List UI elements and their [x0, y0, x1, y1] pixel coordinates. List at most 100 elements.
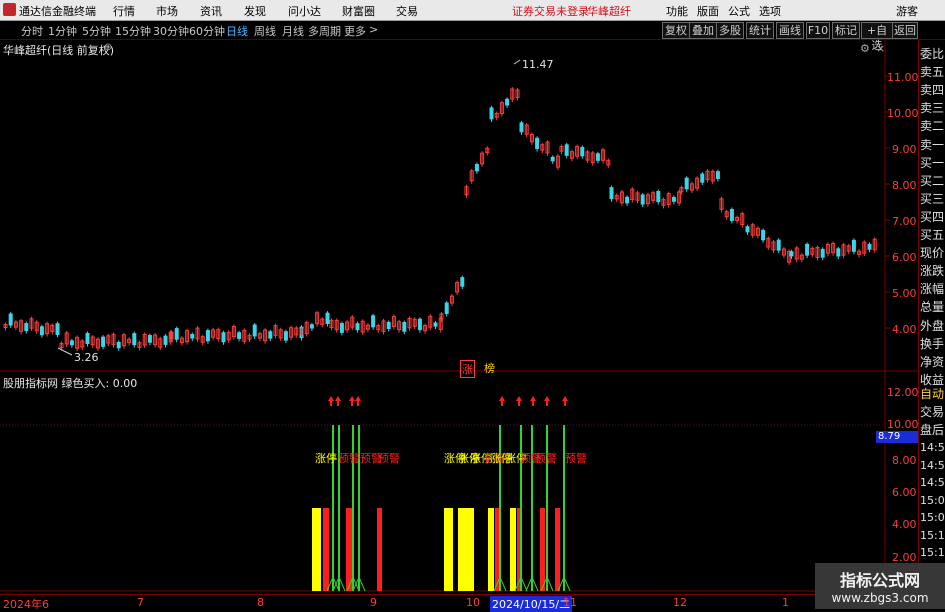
quote-item[interactable]: 现价 [920, 244, 944, 261]
current-value-badge: 8.79 [876, 431, 920, 443]
panel-mode-item[interactable]: 自动 [920, 385, 944, 402]
candle-body [325, 312, 330, 324]
candle-body [625, 196, 630, 204]
candlestick-series [3, 59, 877, 356]
quote-item[interactable]: 卖三 [920, 99, 944, 116]
quote-item[interactable]: 涨跌 [920, 262, 944, 279]
chart-canvas[interactable]: 涨停 预警 预警预警 涨停涨停涨停预警涨停涨停预警预警 预警 [0, 0, 918, 609]
quote-item[interactable]: 涨幅 [920, 280, 944, 297]
quote-item[interactable]: 买二 [920, 172, 944, 189]
x-tick: 2024年6 [3, 598, 49, 611]
candle-body [101, 336, 106, 347]
settings-gear-icon[interactable]: ⚙ [860, 42, 870, 55]
quote-item[interactable]: 买一 [920, 154, 944, 171]
candle-body [237, 332, 242, 339]
candle-body [433, 322, 438, 327]
high-pointer [513, 59, 521, 65]
watermark-url: www.zbgs3.com [831, 591, 929, 605]
yellow-bar [444, 508, 453, 591]
candle-body [684, 177, 689, 190]
candle-body [205, 330, 210, 342]
red-bar [323, 508, 329, 591]
candle-body [867, 243, 872, 250]
candle-body [564, 144, 569, 156]
candle-body [836, 248, 841, 257]
quote-panel: 委比 卖五 卖四 卖三 卖二 卖一 买一 买二 买三 买四 买五 现价 涨跌 涨幅 总量 外盘 换手 净资 收益 自动… [918, 40, 945, 609]
candle-body [8, 313, 13, 326]
candle-body [820, 248, 825, 258]
candle-body [309, 324, 314, 329]
quote-item[interactable]: 卖四 [920, 81, 944, 98]
quote-item[interactable]: 总量 [920, 298, 944, 315]
y-tick: 6.00 [892, 251, 917, 264]
y-tick: 5.00 [892, 287, 917, 300]
quote-item[interactable]: 换手 [920, 335, 944, 352]
signal-label: 预警 [535, 451, 557, 465]
candle-body [339, 323, 344, 333]
sub-chart-title: 股朋指标网 绿色买入: 0.00 [3, 377, 138, 390]
x-tick: 9 [370, 596, 377, 609]
red-bar [555, 508, 560, 591]
quote-item[interactable]: 买三 [920, 190, 944, 207]
tick-time: 14:57 [920, 476, 945, 489]
candle-body [789, 251, 794, 257]
candle-body [39, 326, 44, 336]
x-tick: 7 [137, 596, 144, 609]
candle-body [519, 122, 524, 133]
watermark-title: 指标公式网 [839, 571, 920, 590]
x-tick: 1 [782, 596, 789, 609]
candle-body [85, 332, 90, 344]
quote-item[interactable]: 卖五 [920, 63, 944, 80]
candle-body [609, 187, 614, 200]
candle-body [656, 191, 661, 203]
quote-item[interactable]: 净资 [920, 353, 944, 370]
indicator-bars: 涨停 预警 预警预警 涨停涨停涨停预警涨停涨停预警预警 预警 [312, 396, 587, 592]
sub-y-tick: 12.00 [887, 386, 919, 399]
panel-mode-item[interactable]: 盘后 [920, 421, 944, 438]
quote-item[interactable]: 委比 [920, 45, 944, 62]
red-bar [540, 508, 545, 591]
panel-mode-item[interactable]: 交易 [920, 403, 944, 420]
quote-item[interactable]: 卖二 [920, 117, 944, 134]
quote-item[interactable]: 买四 [920, 208, 944, 225]
zhang-badge[interactable]: 涨 [460, 360, 475, 378]
tick-time: 15:10 [920, 528, 945, 542]
yellow-bar [458, 508, 474, 591]
candle-body [489, 107, 494, 120]
candle-body [283, 331, 288, 341]
quote-item[interactable]: 卖一 [920, 136, 944, 153]
low-price-label: 3.26 [74, 351, 99, 364]
signal-label: 涨停 [315, 451, 337, 465]
candle-body [268, 331, 273, 339]
candle-body [851, 239, 856, 252]
tick-time: 14:56 [920, 441, 945, 454]
candle-body [371, 315, 376, 328]
quote-item[interactable]: 买五 [920, 226, 944, 243]
bang-badge[interactable]: 榜 [484, 360, 495, 376]
x-tick: 11 [563, 596, 577, 609]
candle-body [190, 333, 195, 339]
candle-body [535, 137, 540, 150]
settings-icon[interactable]: ⊛ [104, 42, 112, 53]
x-tick: 12 [673, 596, 687, 609]
high-price-label: 11.47 [522, 58, 554, 71]
candle-body [505, 98, 510, 106]
candle-body [460, 277, 465, 287]
x-axis: 2024年6 7 8 9 10 2024/10/15/二 11 12 1 [0, 594, 918, 612]
candle-body [640, 194, 645, 205]
red-bar [346, 508, 352, 591]
y-tick: 11.00 [887, 71, 919, 84]
candle-body [474, 164, 479, 172]
y-tick: 8.00 [892, 179, 917, 192]
candle-body [595, 153, 600, 161]
candle-body [671, 197, 676, 202]
candle-body [417, 318, 422, 331]
candle-body [116, 341, 121, 349]
sub-y-tick: 8.00 [892, 454, 917, 467]
red-bar [377, 508, 382, 591]
quote-item[interactable]: 外盘 [920, 317, 944, 334]
candle-body [805, 243, 810, 256]
candle-body [221, 332, 226, 343]
close-icon[interactable]: × [876, 42, 885, 55]
candle-body [132, 333, 137, 346]
